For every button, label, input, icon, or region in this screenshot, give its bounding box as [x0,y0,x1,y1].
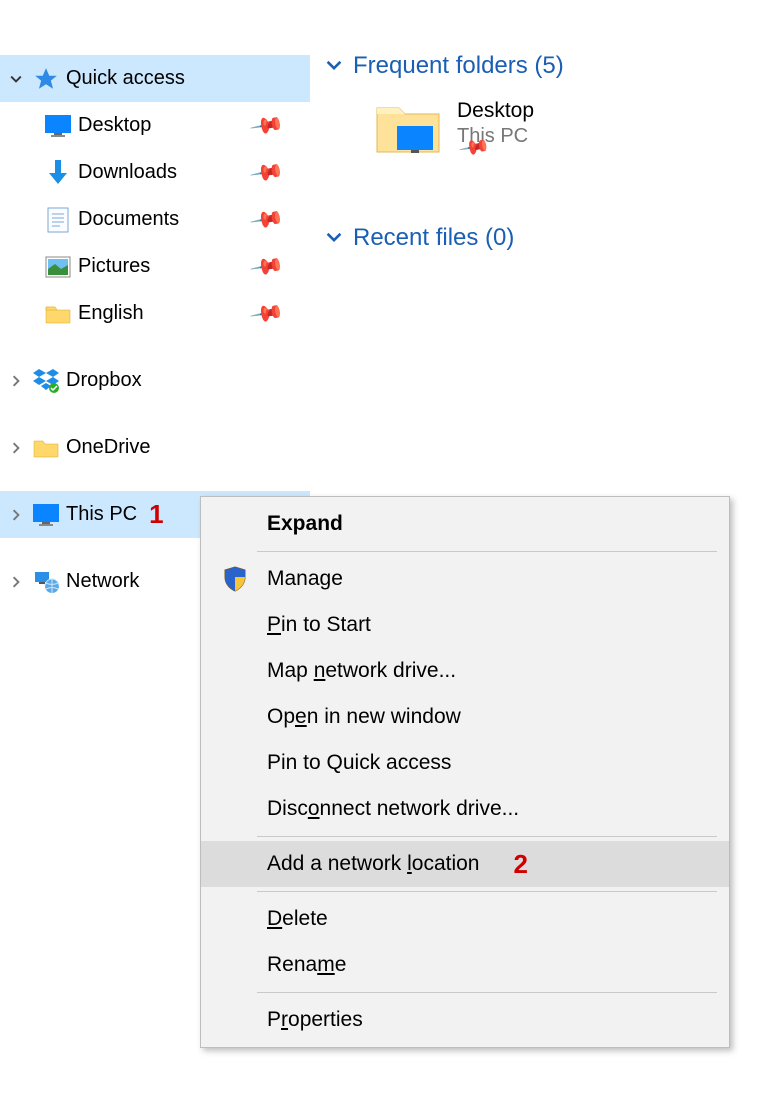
menu-item-open-in-new-window[interactable]: Open in new window [201,694,729,740]
quick-access-node[interactable]: Quick access [0,55,310,102]
sidebar-item-documents[interactable]: Documents 📌 [0,196,310,243]
menu-item-label: Open in new window [267,705,461,729]
blank-icon [221,1006,249,1034]
sidebar-item-downloads[interactable]: Downloads 📌 [0,149,310,196]
blank-icon [221,657,249,685]
menu-separator [257,992,717,993]
menu-item-properties[interactable]: Properties [201,997,729,1043]
pin-icon: 📌 [248,201,285,238]
blank-icon [221,850,249,878]
menu-item-label: Pin to Quick access [267,751,451,775]
pin-icon: 📌 [248,248,285,285]
menu-item-label: Manage [267,567,343,591]
item-name: Desktop [457,98,534,124]
sidebar-item-label: This PC [66,503,137,526]
sidebar-item-pictures[interactable]: Pictures 📌 [0,243,310,290]
picture-icon [44,253,72,281]
frequent-item-desktop[interactable]: Desktop This PC 📌 [325,98,766,176]
menu-item-pin-to-start[interactable]: Pin to Start [201,602,729,648]
menu-item-label: Add a network location [267,852,479,876]
recent-files-header[interactable]: Recent files (0) [325,224,766,252]
annotation-1: 1 [149,499,163,530]
blank-icon [221,510,249,538]
blank-icon [221,795,249,823]
chevron-right-icon[interactable] [6,505,26,525]
content-pane: Frequent folders (5) Desktop This PC 📌 R… [325,52,766,270]
menu-item-add-a-network-location[interactable]: Add a network location 2 [201,841,729,887]
sidebar-item-label: Network [66,570,139,593]
sidebar-item-english[interactable]: English 📌 [0,290,310,337]
frequent-folders-header[interactable]: Frequent folders (5) [325,52,766,80]
blank-icon [221,951,249,979]
sidebar-item-label: Documents [78,208,179,231]
folder-icon [32,434,60,462]
blank-icon [221,905,249,933]
sidebar-label: Quick access [66,67,185,90]
menu-item-label: Map network drive... [267,659,456,683]
group-title: Frequent folders (5) [353,52,564,80]
sidebar-item-label: OneDrive [66,436,150,459]
desktop-folder-icon [375,98,441,156]
shield-icon [221,565,249,593]
context-menu: Expand Manage Pin to Start Map network driv… [200,496,730,1048]
chevron-down-icon[interactable] [325,224,343,252]
monitor-icon [32,501,60,529]
menu-item-label: Pin to Start [267,613,371,637]
dropbox-icon [32,367,60,395]
menu-separator [257,836,717,837]
menu-item-rename[interactable]: Rename [201,942,729,988]
chevron-right-icon[interactable] [6,572,26,592]
menu-item-disconnect-network-drive[interactable]: Disconnect network drive... [201,786,729,832]
folder-icon [44,300,72,328]
sidebar-item-desktop[interactable]: Desktop 📌 [0,102,310,149]
menu-item-map-network-drive[interactable]: Map network drive... [201,648,729,694]
sidebar-item-label: English [78,302,144,325]
download-arrow-icon [44,159,72,187]
network-icon [32,568,60,596]
menu-item-pin-to-quick-access[interactable]: Pin to Quick access [201,740,729,786]
sidebar-item-onedrive[interactable]: OneDrive [0,424,310,471]
chevron-down-icon[interactable] [6,69,26,89]
annotation-2: 2 [513,849,527,880]
sidebar-item-label: Dropbox [66,369,142,392]
menu-item-delete[interactable]: Delete [201,896,729,942]
menu-item-label: Delete [267,907,328,931]
blank-icon [221,749,249,777]
pin-icon: 📌 [248,107,285,144]
menu-item-expand[interactable]: Expand [201,501,729,547]
menu-separator [257,891,717,892]
monitor-icon [44,112,72,140]
menu-item-label: Rename [267,953,346,977]
chevron-right-icon[interactable] [6,371,26,391]
chevron-right-icon[interactable] [6,438,26,458]
blank-icon [221,703,249,731]
sidebar-item-label: Desktop [78,114,151,137]
star-icon [32,65,60,93]
pin-icon: 📌 [248,295,285,332]
pin-icon: 📌 [248,154,285,191]
document-icon [44,206,72,234]
menu-item-label: Properties [267,1008,363,1032]
group-title: Recent files (0) [353,224,514,252]
blank-icon [221,611,249,639]
sidebar-item-label: Pictures [78,255,150,278]
chevron-down-icon[interactable] [325,52,343,80]
sidebar-item-dropbox[interactable]: Dropbox [0,357,310,404]
menu-item-label: Disconnect network drive... [267,797,519,821]
menu-item-manage[interactable]: Manage [201,556,729,602]
menu-separator [257,551,717,552]
sidebar-item-label: Downloads [78,161,177,184]
menu-item-label: Expand [267,512,343,536]
